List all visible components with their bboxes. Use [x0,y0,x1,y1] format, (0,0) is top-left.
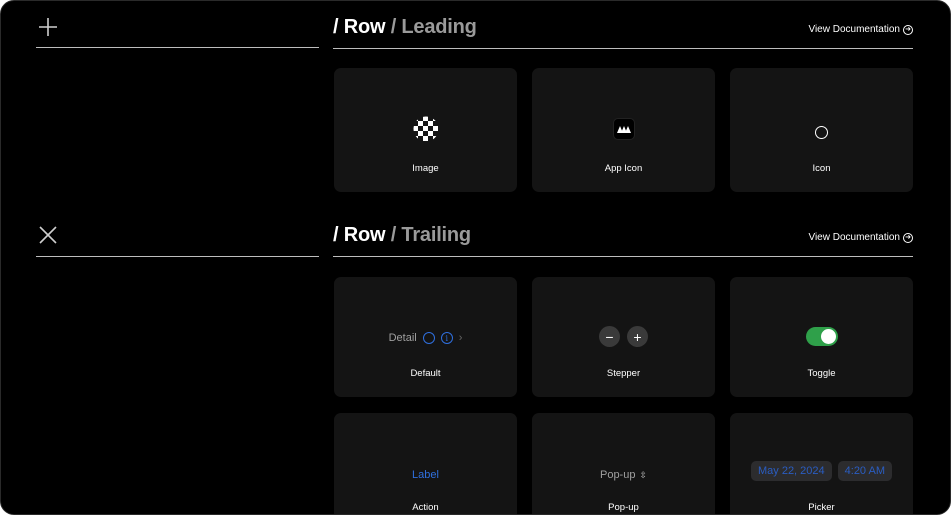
chevron-right-icon: › [458,332,463,344]
stepper-increment-button[interactable]: + [627,326,648,347]
sidebar-divider [36,47,319,48]
card-label: Stepper [606,368,641,379]
stepper-control: − + [599,326,648,347]
date-time-picker: May 22, 2024 4:20 AM [750,461,892,481]
card-visual [532,118,715,140]
view-documentation-link[interactable]: View Documentation ➜ [808,232,913,243]
card-stepper[interactable]: − + Stepper [532,277,715,397]
detail-text: Detail [388,332,417,344]
card-picker[interactable]: May 22, 2024 4:20 AM Picker [730,413,913,514]
section-divider [333,256,913,257]
card-label: Image [412,163,439,174]
info-icon[interactable]: i [440,332,453,344]
view-documentation-link[interactable]: View Documentation ➜ [808,24,913,35]
card-visual [730,126,913,139]
doc-link-label: View Documentation [808,24,900,35]
card-label: Icon [812,163,831,174]
detail-accessory: Detail i › [388,332,463,344]
section-title: / Row / Trailing [333,224,471,247]
chevron-up-down-icon: ⇳ [639,469,648,480]
card-label: Pop-up [608,502,639,513]
close-icon[interactable] [36,223,60,247]
section-header-leading: / Row / Leading View Documentation ➜ [333,16,913,56]
card-visual [730,327,913,346]
title-sub: / Trailing [390,224,471,246]
card-label: Picker [808,502,835,513]
time-picker-field[interactable]: 4:20 AM [837,461,892,481]
image-icon [413,116,438,141]
doc-link-label: View Documentation [808,232,900,243]
card-visual [334,116,517,142]
card-visual: Detail i › [334,332,517,344]
section-title: / Row / Leading [333,16,477,39]
stepper-decrement-button[interactable]: − [599,326,620,347]
radio-circle-icon[interactable] [422,332,435,344]
card-label: Toggle [807,368,836,379]
popup-button[interactable]: Pop-up ⇳ [600,469,647,481]
card-visual: Label [334,469,517,481]
app-window: / Row / Leading View Documentation ➜ Ima… [0,0,951,515]
app-icon [612,118,635,140]
sidebar-divider [36,256,319,257]
card-toggle[interactable]: Toggle [730,277,913,397]
card-label: Action [412,502,439,513]
card-visual: May 22, 2024 4:20 AM [730,461,913,481]
card-image[interactable]: Image [334,68,517,192]
card-label: App Icon [604,163,643,174]
card-action[interactable]: Label Action [334,413,517,514]
toggle-switch[interactable] [805,327,838,346]
section-header-trailing: / Row / Trailing View Documentation ➜ [333,224,913,264]
arrow-circle-icon: ➜ [903,232,913,243]
title-lead: / Row [333,224,386,246]
card-visual: − + [532,326,715,347]
arrow-circle-icon: ➜ [903,24,913,35]
toggle-knob [820,329,836,344]
card-default[interactable]: Detail i › Default [334,277,517,397]
app-logo-icon [616,126,631,133]
circle-icon [815,126,828,139]
plus-icon[interactable] [36,15,60,39]
title-sub: / Leading [390,16,477,38]
date-picker-field[interactable]: May 22, 2024 [750,461,832,481]
card-popup[interactable]: Pop-up ⇳ Pop-up [532,413,715,514]
card-visual: Pop-up ⇳ [532,469,715,481]
action-label-button[interactable]: Label [412,469,439,481]
card-app-icon[interactable]: App Icon [532,68,715,192]
card-label: Default [410,368,441,379]
popup-value: Pop-up [599,469,636,481]
title-lead: / Row [333,16,386,38]
card-icon[interactable]: Icon [730,68,913,192]
section-divider [333,48,913,49]
